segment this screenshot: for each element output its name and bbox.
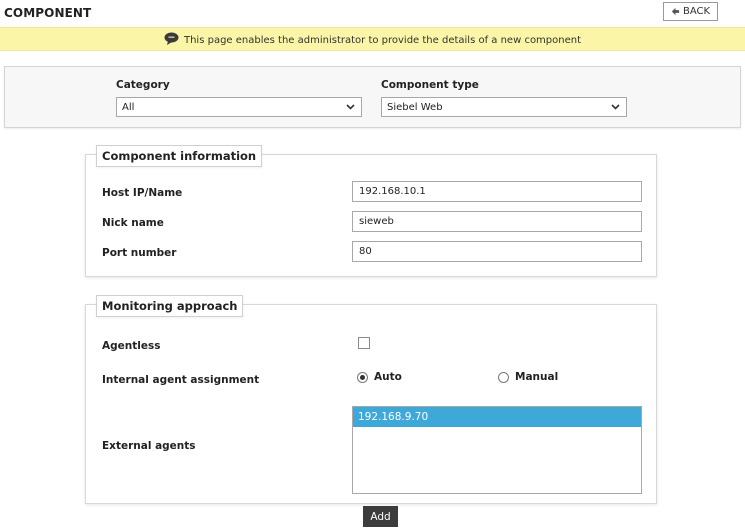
component-type-select[interactable]: Siebel Web <box>381 97 627 117</box>
internal-agent-label: Internal agent assignment <box>102 374 260 386</box>
back-arrow-icon <box>671 7 680 16</box>
nick-name-input[interactable] <box>352 211 642 232</box>
component-type-select-value: Siebel Web <box>387 101 443 113</box>
info-banner: This page enables the administrator to p… <box>0 27 745 51</box>
auto-radio-label[interactable]: Auto <box>374 371 402 383</box>
component-info-legend: Component information <box>96 145 263 167</box>
category-label: Category <box>116 79 170 91</box>
page-header: COMPONENT BACK <box>0 0 745 27</box>
banner-text: This page enables the administrator to p… <box>183 34 582 46</box>
nick-name-label: Nick name <box>102 217 164 229</box>
auto-radio[interactable] <box>357 372 368 383</box>
host-label: Host IP/Name <box>102 187 183 199</box>
port-input[interactable] <box>352 241 642 262</box>
agentless-checkbox[interactable] <box>358 337 370 349</box>
manual-radio-label[interactable]: Manual <box>515 371 558 383</box>
page-title: COMPONENT <box>4 6 92 20</box>
add-button[interactable]: Add <box>363 506 398 527</box>
external-agents-listbox[interactable]: 192.168.9.70 <box>352 406 642 494</box>
external-agents-label: External agents <box>102 440 196 452</box>
chevron-down-icon <box>611 104 620 110</box>
component-type-label: Component type <box>381 79 479 91</box>
manual-radio[interactable] <box>498 372 509 383</box>
port-label: Port number <box>102 247 177 259</box>
agentless-label: Agentless <box>102 340 161 352</box>
back-button[interactable]: BACK <box>663 2 718 21</box>
filter-panel: Category All Component type Siebel Web <box>4 66 741 128</box>
host-input[interactable] <box>352 181 642 202</box>
component-info-section: Component information Host IP/Name Nick … <box>85 145 657 277</box>
back-button-label: BACK <box>682 6 711 17</box>
speech-bubble-icon <box>164 32 179 45</box>
monitoring-legend: Monitoring approach <box>96 295 244 317</box>
chevron-down-icon <box>346 104 355 110</box>
list-item[interactable]: 192.168.9.70 <box>353 407 641 427</box>
category-select[interactable]: All <box>116 97 362 117</box>
category-select-value: All <box>122 101 135 113</box>
monitoring-section: Monitoring approach Agentless Internal a… <box>85 295 657 504</box>
